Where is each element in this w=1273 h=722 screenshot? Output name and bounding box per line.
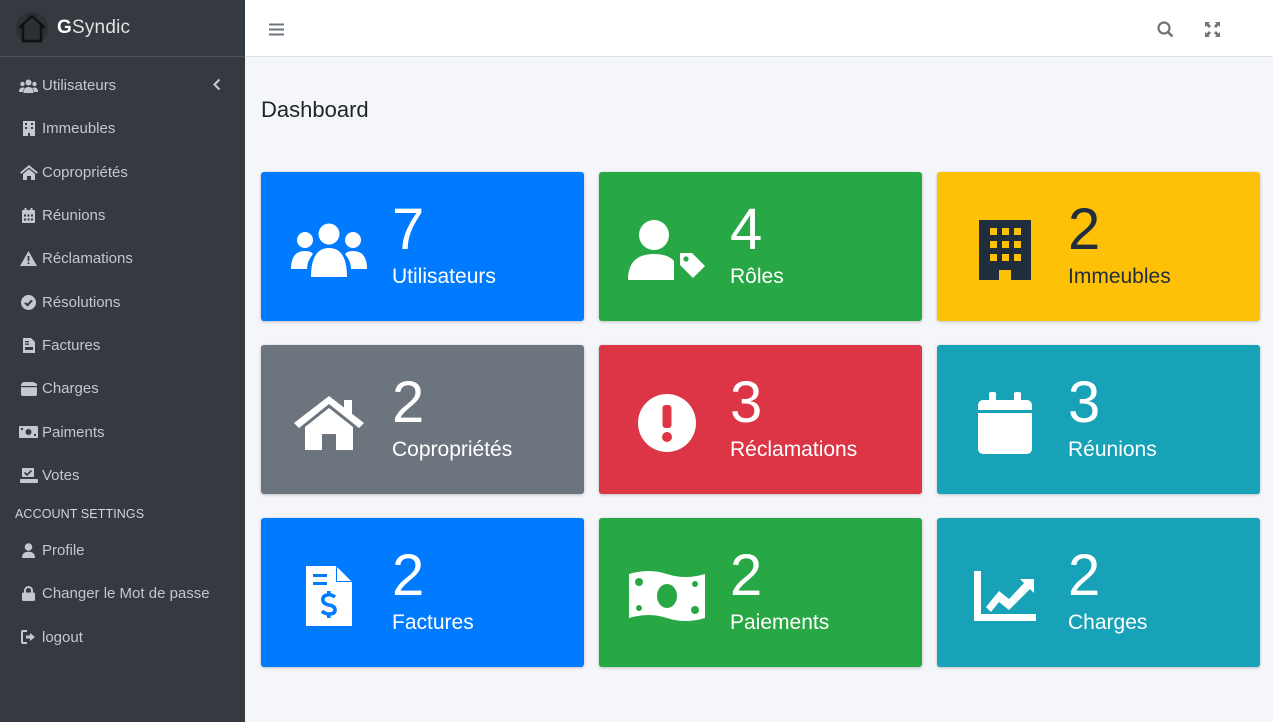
info-box-number: 7 <box>392 197 425 262</box>
sidebar-item-label: Réclamations <box>42 250 133 268</box>
users-icon <box>19 78 38 94</box>
info-box-reclamations[interactable]: 3 Réclamations <box>599 345 922 494</box>
warning-icon <box>19 251 38 267</box>
sidebar-item-label: Votes <box>42 466 80 484</box>
sidebar-item-label: Profile <box>42 542 85 560</box>
info-box-label: Charges <box>1068 611 1148 634</box>
sidebar-item-label: Changer le Mot de passe <box>42 585 210 603</box>
info-box-label: Copropriétés <box>392 438 513 461</box>
sidebar-item-votes[interactable]: Votes <box>0 454 245 497</box>
info-box-number: 2 <box>1068 197 1101 262</box>
info-box-paiements[interactable]: 2 Paiements <box>599 518 922 667</box>
hamburger-icon[interactable] <box>264 17 288 41</box>
sidebar: GSyndic Utilisateurs Immeubles Coproprié… <box>0 0 245 722</box>
sidebar-item-factures[interactable]: Factures <box>0 324 245 367</box>
calendar-icon <box>965 383 1045 463</box>
info-box-coproprietes[interactable]: 2 Copropriétés <box>261 345 584 494</box>
info-box-number: 2 <box>392 543 425 608</box>
sidebar-item-label: Utilisateurs <box>42 77 117 95</box>
sidebar-item-reclamations[interactable]: Réclamations <box>0 237 245 280</box>
info-box-utilisateurs[interactable]: 7 Utilisateurs <box>261 172 584 321</box>
vote-icon <box>19 467 38 483</box>
search-icon[interactable] <box>1153 17 1177 41</box>
sidebar-item-label: Résolutions <box>42 293 121 311</box>
info-box-factures[interactable]: 2 Factures <box>261 518 584 667</box>
home-icon <box>289 383 369 463</box>
info-box-number: 2 <box>392 370 425 435</box>
account-nav: Profile Changer le Mot de passe logout <box>0 529 245 659</box>
sidebar-item-label: Charges <box>42 380 99 398</box>
wallet-icon <box>19 381 38 397</box>
page-title: Dashboard <box>261 97 369 122</box>
exclamation-circle-icon <box>627 383 707 463</box>
money-bill-icon <box>627 556 707 636</box>
sidebar-item-logout[interactable]: logout <box>0 616 245 659</box>
sidebar-item-profile[interactable]: Profile <box>0 529 245 572</box>
info-box-immeubles[interactable]: 2 Immeubles <box>937 172 1260 321</box>
info-box-number: 3 <box>730 370 763 435</box>
sidebar-item-charges[interactable]: Charges <box>0 367 245 410</box>
info-box-label: Immeubles <box>1068 265 1171 288</box>
account-settings-header: ACCOUNT SETTINGS <box>15 506 145 521</box>
building-icon <box>19 121 38 137</box>
info-box-label: Utilisateurs <box>392 265 496 288</box>
home-icon <box>19 164 38 180</box>
sidebar-item-paiments[interactable]: Paiments <box>0 410 245 453</box>
sidebar-nav: Utilisateurs Immeubles Copropriétés Réun… <box>0 57 245 497</box>
chevron-left-icon <box>212 77 221 94</box>
info-box-label: Factures <box>392 611 474 634</box>
sidebar-item-reunions[interactable]: Réunions <box>0 194 245 237</box>
info-box-number: 2 <box>1068 543 1101 608</box>
brand-name: GSyndic <box>57 17 131 38</box>
sidebar-item-label: Factures <box>42 336 101 354</box>
calendar-icon <box>19 208 38 224</box>
info-box-label: Rôles <box>730 265 784 288</box>
invoice-icon <box>19 337 38 353</box>
brand-logo-icon <box>14 10 50 46</box>
sidebar-item-label: logout <box>42 628 83 646</box>
sidebar-item-label: Paiments <box>42 423 105 441</box>
invoice-dollar-icon <box>289 556 369 636</box>
sign-out-icon <box>19 629 38 645</box>
info-box-number: 2 <box>730 543 763 608</box>
brand-link[interactable]: GSyndic <box>0 0 245 57</box>
info-box-label: Réunions <box>1068 438 1157 461</box>
money-bill-icon <box>19 424 38 440</box>
sidebar-item-utilisateurs[interactable]: Utilisateurs <box>0 64 245 107</box>
sidebar-item-coproprietes[interactable]: Copropriétés <box>0 151 245 194</box>
building-icon <box>965 210 1045 290</box>
info-box-number: 4 <box>730 197 763 262</box>
user-icon <box>19 543 38 559</box>
info-box-reunions[interactable]: 3 Réunions <box>937 345 1260 494</box>
chart-line-icon <box>965 556 1045 636</box>
top-navbar <box>245 0 1273 57</box>
check-circle-icon <box>19 294 38 310</box>
info-box-label: Réclamations <box>730 438 858 461</box>
sidebar-item-resolutions[interactable]: Résolutions <box>0 280 245 323</box>
sidebar-item-label: Réunions <box>42 207 106 225</box>
lock-icon <box>19 586 38 602</box>
users-icon <box>289 210 369 290</box>
sidebar-item-immeubles[interactable]: Immeubles <box>0 107 245 150</box>
sidebar-item-label: Copropriétés <box>42 163 128 181</box>
info-box-roles[interactable]: 4 Rôles <box>599 172 922 321</box>
info-box-label: Paiements <box>730 611 830 634</box>
sidebar-item-change-password[interactable]: Changer le Mot de passe <box>0 572 245 615</box>
info-box-charges[interactable]: 2 Charges <box>937 518 1260 667</box>
user-tag-icon <box>627 210 707 290</box>
sidebar-item-label: Immeubles <box>42 120 116 138</box>
content-wrapper: Dashboard 7 Utilisateurs 4 Rôles 2 Immeu… <box>245 57 1273 722</box>
expand-icon[interactable] <box>1200 17 1224 41</box>
info-box-number: 3 <box>1068 370 1101 435</box>
